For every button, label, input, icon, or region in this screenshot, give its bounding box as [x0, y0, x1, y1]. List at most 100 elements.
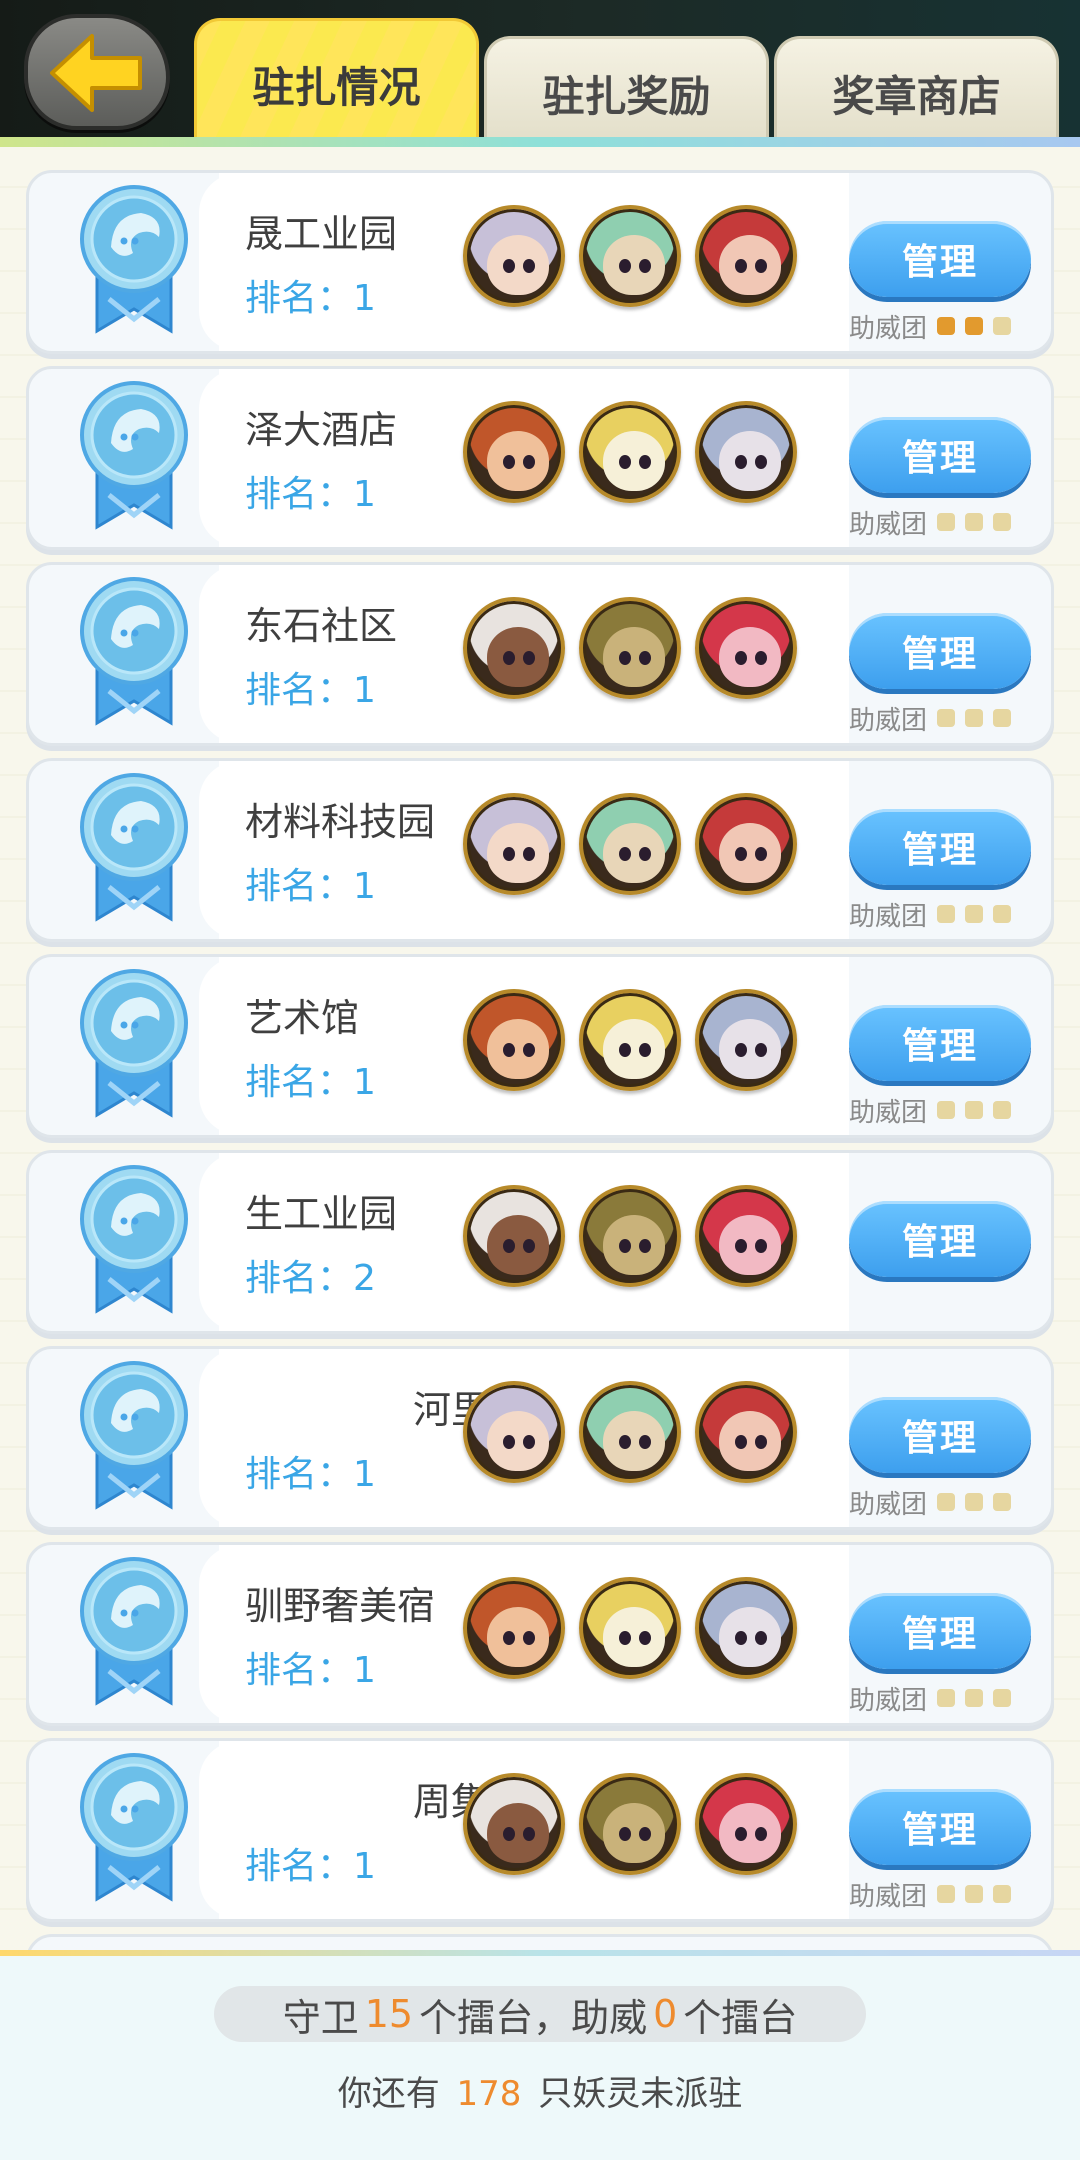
cheer-squad-label: 助威团	[849, 1489, 928, 1520]
station-name: 驯野奢美宿	[245, 1584, 436, 1627]
tab-station-status[interactable]: 驻扎情况	[194, 18, 479, 140]
station-name: 周集	[412, 1780, 489, 1823]
arrow-left-icon	[50, 34, 142, 112]
cheer-slot-dot	[993, 905, 1012, 923]
green-haired-girl-avatar[interactable]	[579, 205, 681, 307]
cheer-slot-dot	[965, 1101, 984, 1119]
cheer-squad-label: 助威团	[849, 509, 928, 540]
manage-button[interactable]: 管理	[849, 613, 1031, 689]
mint-haired-girl-avatar[interactable]	[463, 1577, 565, 1679]
header-divider	[0, 137, 1080, 147]
cheer-squad-indicator: 助威团	[849, 1681, 1012, 1716]
footer-summary: 守卫 15 个擂台，助威 0 个擂台 你还有 178 只妖灵未派驻	[0, 1950, 1080, 2160]
rank-label: 排名：	[245, 1650, 354, 1691]
sunglasses-chick-avatar[interactable]	[579, 401, 681, 503]
grey-wolf-girl-avatar[interactable]	[695, 989, 797, 1091]
lion-warrior-avatar[interactable]	[463, 793, 565, 895]
rank-value: 1	[353, 670, 376, 711]
cheer-slot-dot	[937, 513, 956, 531]
cheer-slot-dot	[937, 1885, 956, 1903]
cheer-slot-dot	[965, 709, 984, 727]
pink-haired-girl-avatar[interactable]	[463, 989, 565, 1091]
station-name: 泽大酒店	[245, 408, 398, 451]
manage-button[interactable]: 管理	[849, 1789, 1031, 1865]
station-name: 东石社区	[245, 604, 398, 647]
tab-station-rewards[interactable]: 驻扎奖励	[484, 36, 769, 140]
golden-knight-avatar[interactable]	[579, 793, 681, 895]
horned-red-demon-avatar[interactable]	[695, 205, 797, 307]
manage-button[interactable]: 管理	[849, 417, 1031, 493]
hooded-mage-avatar[interactable]	[579, 989, 681, 1091]
cheer-count: 0	[653, 1992, 678, 2036]
rank-label: 排名：	[245, 1846, 354, 1887]
guard-avatars	[463, 597, 823, 709]
guard-avatars	[463, 1185, 823, 1297]
station-rank: 排名：1	[245, 269, 376, 319]
station-rank: 排名：1	[245, 1837, 376, 1887]
orange-beast-boy-avatar[interactable]	[463, 401, 565, 503]
station-medal-icon	[80, 1361, 188, 1510]
silver-fox-girl-avatar[interactable]	[463, 205, 565, 307]
red-dragon-avatar[interactable]	[695, 1381, 797, 1483]
white-wolf-avatar[interactable]	[695, 401, 797, 503]
cheer-squad-indicator: 助威团	[849, 1877, 1012, 1912]
remaining-summary: 你还有 178 只妖灵未派驻	[0, 2066, 1080, 2116]
deer-girl-avatar[interactable]	[579, 1577, 681, 1679]
remain-count: 178	[456, 2074, 522, 2114]
manage-button[interactable]: 管理	[849, 1005, 1031, 1081]
cheer-slot-dot	[965, 513, 984, 531]
cheer-squad-indicator: 助威团	[849, 1093, 1012, 1128]
station-rank: 排名：1	[245, 1641, 376, 1691]
white-haired-girl-avatar[interactable]	[463, 597, 565, 699]
golden-helmet-avatar[interactable]	[463, 1381, 565, 1483]
cheer-slot-dot	[993, 1493, 1012, 1511]
tab-label: 驻扎情况	[252, 63, 421, 112]
cheer-slot-dot	[937, 905, 956, 923]
teal-haired-girl-avatar[interactable]	[579, 1381, 681, 1483]
guard-avatars	[463, 1577, 823, 1689]
back-button[interactable]	[24, 14, 170, 130]
purple-priestess-avatar[interactable]	[579, 1773, 681, 1875]
shiba-dog-avatar[interactable]	[695, 793, 797, 895]
rank-value: 2	[353, 1258, 376, 1299]
station-list[interactable]: 晟工业园 排名：1 管理 助威团 泽大酒店 排名：1 管理 助威团 东石社区 排…	[0, 150, 1080, 1950]
station-medal-icon	[80, 185, 188, 334]
guard-suffix: 个擂台	[683, 1995, 798, 2040]
cheer-squad-label: 助威团	[849, 705, 928, 736]
cheer-squad-label: 助威团	[849, 1685, 928, 1716]
cheer-squad-label: 助威团	[849, 1881, 928, 1912]
red-panda-avatar[interactable]	[695, 1577, 797, 1679]
mouse-girl-avatar[interactable]	[695, 1185, 797, 1287]
top-bar: 驻扎情况 驻扎奖励 奖章商店	[0, 0, 1080, 147]
rank-value: 1	[353, 278, 376, 319]
manage-button[interactable]: 管理	[849, 1593, 1031, 1669]
rank-value: 1	[353, 1650, 376, 1691]
guard-avatars	[463, 793, 823, 905]
station-medal-icon	[80, 381, 188, 530]
crimson-beast-avatar[interactable]	[695, 1773, 797, 1875]
station-card: 材料科技园 排名：1 管理 助威团	[26, 758, 1054, 942]
cheer-slot-dot	[993, 1885, 1012, 1903]
pink-cat-girl-avatar[interactable]	[695, 597, 797, 699]
manage-button[interactable]: 管理	[849, 1397, 1031, 1473]
manage-button[interactable]: 管理	[849, 809, 1031, 885]
station-card: 河里 排名：1 管理 助威团	[26, 1346, 1054, 1530]
lion-dance-avatar[interactable]	[463, 1185, 565, 1287]
rank-value: 1	[353, 474, 376, 515]
station-card: 生工业园 排名：2 管理	[26, 1150, 1054, 1334]
tab-label: 驻扎奖励	[542, 72, 711, 121]
cyclops-rock-avatar[interactable]	[579, 597, 681, 699]
station-medal-icon	[80, 1753, 188, 1902]
station-rank: 排名：1	[245, 857, 376, 907]
station-name: 艺术馆	[245, 996, 360, 1039]
tab-medal-shop[interactable]: 奖章商店	[774, 36, 1059, 140]
crowned-fairy-avatar[interactable]	[463, 1773, 565, 1875]
station-card: 驯野奢美宿 排名：1 管理 助威团	[26, 1542, 1054, 1726]
cheer-squad-label: 助威团	[849, 901, 928, 932]
pharaoh-girl-avatar[interactable]	[579, 1185, 681, 1287]
cheer-squad-indicator: 助威团	[849, 309, 1012, 344]
manage-button[interactable]: 管理	[849, 221, 1031, 297]
station-medal-icon	[80, 577, 188, 726]
manage-button[interactable]: 管理	[849, 1201, 1031, 1277]
station-name: 晟工业园	[245, 212, 398, 255]
